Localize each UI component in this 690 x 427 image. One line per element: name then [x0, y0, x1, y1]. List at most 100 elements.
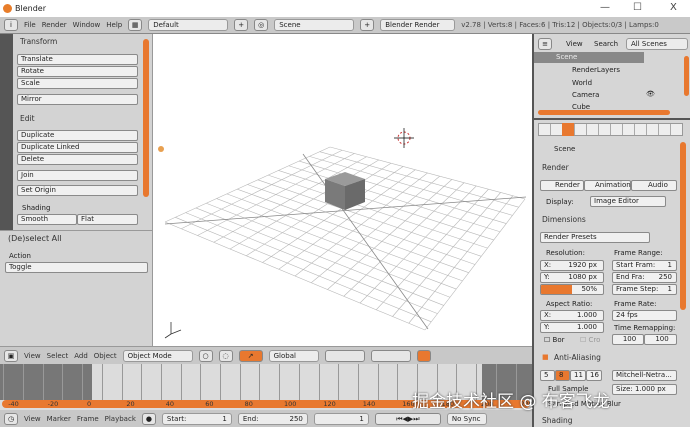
- manipulator-icon[interactable]: ↗: [238, 349, 263, 362]
- outliner-item-scene[interactable]: Scene: [556, 53, 577, 61]
- render-panel-header[interactable]: Render: [538, 163, 569, 172]
- outliner-hscrollbar[interactable]: [538, 110, 670, 115]
- editor-type-icon[interactable]: ▣: [4, 349, 18, 362]
- menu-marker[interactable]: Marker: [47, 415, 71, 423]
- layout-icon[interactable]: ▦: [128, 19, 143, 31]
- mode-select[interactable]: Object Mode: [122, 349, 193, 362]
- delete-button[interactable]: Delete: [17, 154, 138, 165]
- record-icon[interactable]: ●: [141, 412, 156, 425]
- menu-view[interactable]: View: [24, 415, 41, 423]
- context-tabs[interactable]: [538, 123, 683, 136]
- outliner-filter-select[interactable]: All Scenes: [626, 38, 688, 50]
- display-select[interactable]: Image Editor: [590, 196, 666, 207]
- properties-scrollbar[interactable]: [680, 142, 686, 310]
- outliner-item-camera[interactable]: Camera: [572, 91, 599, 99]
- end-frame-field[interactable]: End Fra: 250: [612, 272, 677, 283]
- scale-button[interactable]: Scale: [17, 78, 138, 89]
- remap-new-field[interactable]: 100: [644, 334, 677, 345]
- visibility-eye-icon[interactable]: 👁: [646, 90, 655, 98]
- maximize-button[interactable]: ☐: [633, 2, 642, 13]
- menu-playback[interactable]: Playback: [105, 415, 136, 423]
- aa-samples-8[interactable]: 8: [555, 370, 570, 381]
- render-presets-select[interactable]: Render Presets: [540, 232, 650, 243]
- outliner-item-renderlayers[interactable]: RenderLayers: [572, 66, 620, 74]
- aa-checkbox[interactable]: ■: [542, 353, 549, 361]
- set-origin-select[interactable]: Set Origin: [17, 185, 138, 196]
- duplicate-linked-button[interactable]: Duplicate Linked: [17, 142, 138, 153]
- menu-file[interactable]: File: [24, 21, 36, 29]
- outliner-vscrollbar[interactable]: [684, 56, 689, 96]
- menu-window[interactable]: Window: [73, 21, 101, 29]
- render-tab-icon[interactable]: [562, 123, 574, 136]
- minimize-button[interactable]: —: [600, 2, 610, 13]
- res-percentage-slider[interactable]: 50%: [540, 284, 604, 295]
- animation-button[interactable]: Animation: [584, 180, 631, 191]
- scene-field[interactable]: Scene: [274, 19, 355, 31]
- menu-select[interactable]: Select: [47, 352, 69, 360]
- join-button[interactable]: Join: [17, 170, 138, 181]
- end-frame-field[interactable]: End: 250: [237, 412, 308, 425]
- rotate-button[interactable]: Rotate: [17, 66, 138, 77]
- dimensions-panel-header[interactable]: Dimensions: [538, 215, 586, 224]
- layout-field[interactable]: Default: [148, 19, 229, 31]
- add-scene-icon[interactable]: +: [360, 19, 375, 31]
- audio-button[interactable]: Audio: [631, 180, 677, 191]
- action-select[interactable]: Toggle: [5, 262, 148, 273]
- frame-rate-select[interactable]: 24 fps: [612, 310, 677, 321]
- remap-old-field[interactable]: 100: [612, 334, 644, 345]
- aspect-y-field[interactable]: Y: 1.000: [540, 322, 604, 333]
- transform-panel-header[interactable]: Transform: [16, 37, 57, 46]
- lock-layers-icon[interactable]: [416, 349, 431, 362]
- menu-frame[interactable]: Frame: [77, 415, 99, 423]
- playback-controls-icon[interactable]: ⏮◀▶⏭: [374, 412, 441, 425]
- sync-select[interactable]: No Sync: [446, 412, 487, 425]
- menu-add[interactable]: Add: [74, 352, 88, 360]
- menu-view[interactable]: View: [24, 352, 41, 360]
- current-frame-field[interactable]: 1: [313, 412, 369, 425]
- crop-checkbox[interactable]: ☐ Cro: [580, 336, 600, 344]
- tool-shelf-scrollbar[interactable]: [143, 39, 149, 197]
- mirror-button[interactable]: Mirror: [17, 94, 138, 105]
- add-layout-icon[interactable]: +: [234, 19, 249, 31]
- layers-icon-2[interactable]: [370, 349, 411, 362]
- flat-button[interactable]: Flat: [77, 214, 138, 225]
- pivot-icon[interactable]: ◌: [218, 349, 233, 362]
- shading-icon[interactable]: ○: [198, 349, 213, 362]
- anti-aliasing-header[interactable]: Anti-Aliasing: [550, 353, 601, 362]
- tool-tabs[interactable]: [0, 34, 13, 230]
- border-checkbox[interactable]: ☐ Bor: [544, 336, 564, 344]
- editor-type-icon[interactable]: i: [4, 19, 18, 31]
- aa-samples-5[interactable]: 5: [540, 370, 555, 381]
- menu-object[interactable]: Object: [94, 352, 117, 360]
- res-y-field[interactable]: Y: 1080 px: [540, 272, 604, 283]
- lamp-icon[interactable]: [158, 146, 164, 152]
- filter-size-field[interactable]: Size: 1.000 px: [612, 384, 677, 395]
- duplicate-button[interactable]: Duplicate: [17, 130, 138, 141]
- close-button[interactable]: X: [670, 2, 677, 13]
- editor-type-icon[interactable]: ≡: [538, 38, 552, 50]
- aa-filter-select[interactable]: Mitchell-Netra...: [612, 370, 677, 381]
- scene-icon[interactable]: ◎: [254, 19, 269, 31]
- 3d-viewport[interactable]: [153, 34, 532, 346]
- editor-type-icon[interactable]: ◷: [4, 412, 18, 425]
- layers-icon[interactable]: [324, 349, 365, 362]
- outliner-view-menu[interactable]: View: [566, 40, 583, 48]
- res-x-field[interactable]: X: 1920 px: [540, 260, 604, 271]
- aa-samples-16[interactable]: 16: [586, 370, 602, 381]
- aa-samples-11[interactable]: 11: [570, 370, 586, 381]
- edit-panel-header[interactable]: Edit: [16, 114, 35, 123]
- cube[interactable]: [325, 172, 365, 210]
- outliner-item-world[interactable]: World: [572, 79, 592, 87]
- orientation-select[interactable]: Global: [268, 349, 319, 362]
- deselect-all-header[interactable]: (De)select All: [4, 234, 62, 243]
- start-frame-field[interactable]: Start: 1: [161, 412, 232, 425]
- menu-render[interactable]: Render: [42, 21, 67, 29]
- frame-step-field[interactable]: Frame Step: 1: [612, 284, 677, 295]
- smooth-button[interactable]: Smooth: [17, 214, 77, 225]
- render-engine-select[interactable]: Blender Render: [380, 19, 456, 31]
- menu-help[interactable]: Help: [106, 21, 122, 29]
- translate-button[interactable]: Translate: [17, 54, 138, 65]
- 3d-cursor-icon[interactable]: [394, 128, 414, 148]
- shading-panel-header[interactable]: Shading: [538, 416, 572, 425]
- start-frame-field[interactable]: Start Fram: 1: [612, 260, 677, 271]
